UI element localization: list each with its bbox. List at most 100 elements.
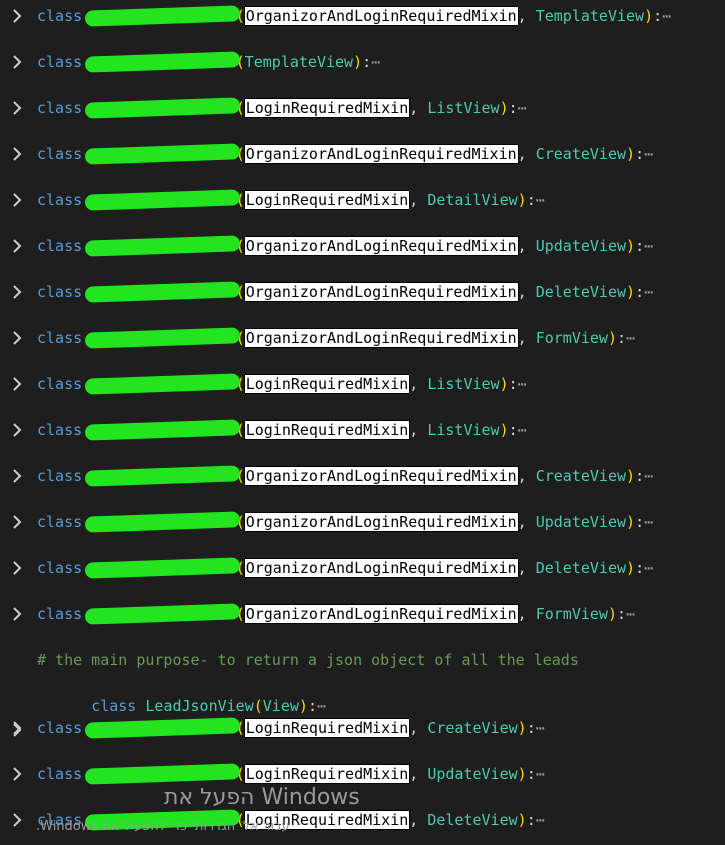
comma: , [517, 605, 536, 623]
fold-ellipsis[interactable]: ⋯ [518, 421, 527, 439]
fold-chevron-icon[interactable] [10, 52, 24, 72]
fold-ellipsis[interactable]: ⋯ [536, 191, 545, 209]
fold-ellipsis[interactable]: ⋯ [518, 375, 527, 393]
fold-ellipsis[interactable]: ⋯ [536, 719, 545, 737]
colon: : [307, 697, 317, 715]
code-line: class (LoginRequiredMixin, ListView):⋯ [0, 418, 725, 442]
mixin-class: LoginRequiredMixin [243, 718, 411, 738]
comma: , [409, 719, 428, 737]
close-paren: ) [353, 53, 363, 71]
close-paren: ) [499, 99, 509, 117]
fold-chevron-icon[interactable] [10, 420, 24, 440]
colon: : [635, 283, 645, 301]
fold-chevron-icon[interactable] [10, 374, 24, 394]
fold-chevron-icon[interactable] [10, 144, 24, 164]
fold-chevron-icon[interactable] [10, 764, 24, 784]
fold-chevron-icon[interactable] [10, 236, 24, 256]
redacted-class-name [84, 372, 240, 396]
fold-chevron-icon[interactable] [10, 512, 24, 532]
close-paren: ) [626, 513, 636, 531]
fold-ellipsis[interactable]: ⋯ [371, 53, 380, 71]
class-keyword: class [37, 605, 83, 623]
class-keyword: class [37, 191, 83, 209]
redacted-class-name [84, 234, 240, 258]
base-class: UpdateView [535, 237, 627, 255]
base-class: UpdateView [535, 513, 627, 531]
mixin-class: LoginRequiredMixin [243, 374, 411, 394]
base-class: DeleteView [535, 283, 627, 301]
colon: : [635, 559, 645, 577]
redacted-class-name [84, 602, 240, 626]
code-line: class (OrganizorAndLoginRequiredMixin, U… [0, 234, 725, 258]
fold-chevron-icon[interactable] [10, 672, 24, 737]
close-paren: ) [517, 719, 527, 737]
colon: : [526, 811, 536, 829]
fold-chevron-icon[interactable] [10, 718, 24, 738]
fold-chevron-icon[interactable] [10, 6, 24, 26]
redaction-scribble [84, 5, 240, 27]
class-keyword: class [37, 513, 83, 531]
redacted-class-name [84, 280, 240, 304]
close-paren: ) [499, 375, 509, 393]
code-line: class (OrganizorAndLoginRequiredMixin, F… [0, 326, 725, 350]
redaction-scribble [84, 189, 240, 211]
redacted-class-name [84, 510, 240, 534]
class-keyword: class [37, 719, 83, 737]
redaction-scribble [84, 327, 240, 349]
redaction-scribble [84, 419, 240, 441]
fold-ellipsis[interactable]: ⋯ [536, 765, 545, 783]
colon: : [362, 53, 372, 71]
code-line: class (LoginRequiredMixin, ListView):⋯ [0, 96, 725, 120]
mixin-class: LoginRequiredMixin [243, 420, 411, 440]
redaction-scribble [84, 143, 240, 165]
fold-ellipsis[interactable]: ⋯ [518, 99, 527, 117]
fold-chevron-icon[interactable] [10, 558, 24, 578]
activation-watermark-title: הפעל את Windows [164, 785, 360, 810]
close-paren: ) [626, 467, 636, 485]
colon: : [635, 467, 645, 485]
redacted-class-name [84, 4, 240, 28]
base-class: CreateView [427, 719, 518, 737]
close-paren: ) [626, 283, 636, 301]
fold-chevron-icon[interactable] [10, 328, 24, 348]
class-keyword: class [37, 53, 83, 71]
fold-ellipsis[interactable]: ⋯ [644, 467, 653, 485]
fold-ellipsis[interactable]: ⋯ [644, 513, 653, 531]
fold-chevron-icon[interactable] [10, 98, 24, 118]
fold-ellipsis[interactable]: ⋯ [662, 7, 671, 25]
class-keyword: class [37, 7, 83, 25]
mixin-class: LoginRequiredMixin [243, 98, 411, 118]
fold-ellipsis[interactable]: ⋯ [626, 329, 635, 347]
base-class: View [262, 697, 299, 715]
code-line: class (OrganizorAndLoginRequiredMixin, C… [0, 464, 725, 488]
activation-watermark-subtitle: .Windows עבור אל 'הגדרות' כדי להפעיל את [36, 819, 290, 834]
fold-ellipsis[interactable]: ⋯ [644, 283, 653, 301]
fold-ellipsis[interactable]: ⋯ [644, 559, 653, 577]
fold-chevron-icon[interactable] [10, 190, 24, 210]
fold-chevron-icon[interactable] [10, 604, 24, 624]
class-keyword: class [37, 559, 83, 577]
close-paren: ) [607, 605, 617, 623]
code-line: class (OrganizorAndLoginRequiredMixin, F… [0, 602, 725, 626]
redacted-class-name [84, 418, 240, 442]
mixin-class: OrganizorAndLoginRequiredMixin [243, 558, 519, 578]
redacted-class-name [84, 716, 240, 740]
comma: , [409, 421, 428, 439]
code-line: class (OrganizorAndLoginRequiredMixin, D… [0, 556, 725, 580]
fold-ellipsis[interactable]: ⋯ [317, 697, 326, 715]
colon: : [526, 765, 536, 783]
close-paren: ) [298, 697, 308, 715]
close-paren: ) [644, 7, 654, 25]
fold-chevron-icon[interactable] [10, 466, 24, 486]
fold-ellipsis[interactable]: ⋯ [644, 145, 653, 163]
redacted-class-name [84, 188, 240, 212]
fold-ellipsis[interactable]: ⋯ [626, 605, 635, 623]
close-paren: ) [626, 237, 636, 255]
fold-chevron-icon[interactable] [10, 810, 24, 830]
class-keyword: class [37, 765, 83, 783]
fold-ellipsis[interactable]: ⋯ [536, 811, 545, 829]
colon: : [508, 99, 518, 117]
fold-ellipsis[interactable]: ⋯ [644, 237, 653, 255]
fold-chevron-icon[interactable] [10, 282, 24, 302]
comma: , [517, 559, 536, 577]
